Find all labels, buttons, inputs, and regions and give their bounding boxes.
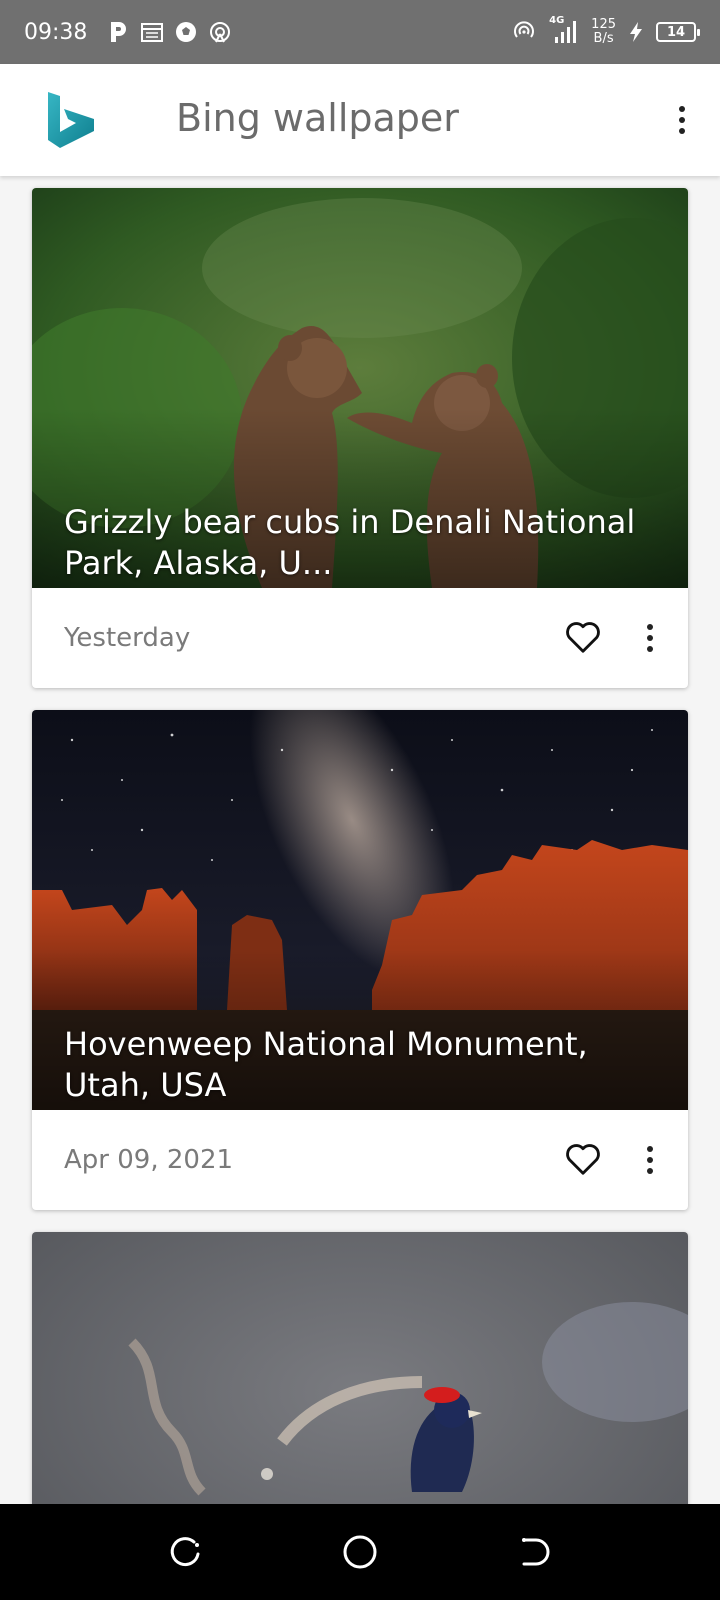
recents-button[interactable]	[166, 1532, 206, 1572]
more-vert-dot	[647, 1168, 653, 1174]
wallpaper-date: Apr 09, 2021	[64, 1145, 234, 1175]
wallpaper-card[interactable]: Grizzly bear cubs in Denali National Par…	[32, 188, 688, 688]
wallpaper-feed[interactable]: Grizzly bear cubs in Denali National Par…	[0, 176, 720, 1504]
status-notification-icons	[105, 19, 233, 45]
hotspot-signal-icon	[511, 19, 537, 45]
app-title: Bing wallpaper	[176, 96, 459, 140]
wallpaper-date: Yesterday	[64, 623, 191, 653]
wallpaper-card[interactable]: Hovenweep National Monument, Utah, USA A…	[32, 710, 688, 1210]
hotspot-icon	[207, 19, 233, 45]
favorite-button[interactable]	[564, 1140, 602, 1178]
more-vert-dot	[679, 117, 685, 123]
status-bar: 09:38 4G 125 B/s 14	[0, 0, 720, 64]
charging-icon	[628, 19, 644, 45]
wallpaper-caption: Grizzly bear cubs in Denali National Par…	[64, 503, 636, 582]
more-vert-icon	[647, 1146, 653, 1152]
recents-icon	[170, 1537, 200, 1567]
overflow-menu-button[interactable]	[666, 100, 698, 140]
wallpaper-caption: Hovenweep National Monument, Utah, USA	[64, 1025, 588, 1104]
more-vert-dot	[647, 1157, 653, 1163]
favorite-button[interactable]	[564, 618, 602, 656]
card-footer: Yesterday	[32, 588, 688, 688]
wallpaper-card[interactable]	[32, 1232, 688, 1504]
4g-signal-icon: 4G	[549, 15, 579, 45]
bing-logo	[46, 90, 96, 148]
back-button[interactable]	[514, 1532, 554, 1572]
app-bar: Bing wallpaper	[0, 64, 720, 176]
calendar-icon	[139, 19, 165, 45]
heart-outline-icon	[566, 1144, 600, 1175]
more-vert-icon	[647, 624, 653, 630]
card-more-button[interactable]	[638, 620, 662, 656]
battery-icon: 14	[656, 22, 700, 42]
more-vert-dot	[679, 128, 685, 134]
more-vert-dot	[647, 635, 653, 641]
card-footer: Apr 09, 2021	[32, 1110, 688, 1210]
card-more-button[interactable]	[638, 1142, 662, 1178]
soccer-icon	[173, 19, 199, 45]
home-icon	[343, 1535, 377, 1569]
home-button[interactable]	[340, 1532, 380, 1572]
network-type-label: 4G	[549, 15, 565, 26]
more-vert-dot	[647, 646, 653, 652]
wallpaper-image[interactable]: Grizzly bear cubs in Denali National Par…	[32, 188, 688, 588]
net-speed-unit: B/s	[593, 31, 614, 46]
parking-icon	[105, 19, 131, 45]
back-icon	[522, 1538, 550, 1566]
status-time: 09:38	[24, 19, 88, 45]
heart-outline-icon	[566, 622, 600, 653]
wallpaper-image[interactable]: Hovenweep National Monument, Utah, USA	[32, 710, 688, 1110]
net-speed-value: 125	[591, 17, 616, 32]
system-nav-bar	[0, 1504, 720, 1600]
net-speed: 125 B/s	[591, 18, 616, 46]
wallpaper-image[interactable]	[32, 1232, 688, 1504]
more-vert-icon	[679, 106, 685, 112]
